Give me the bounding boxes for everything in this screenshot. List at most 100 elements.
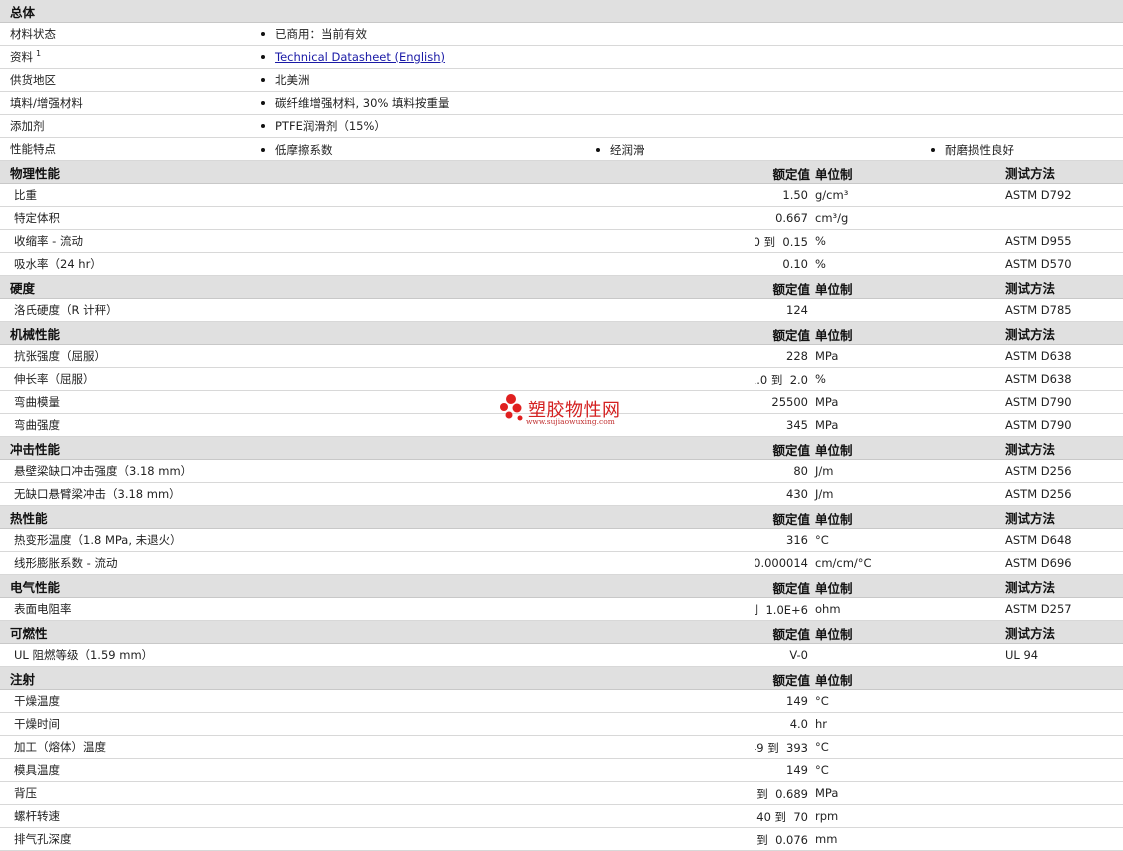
info-row: 添加剂 PTFE润滑剂（15%） [0,114,1123,138]
property-unit: °C [815,694,829,708]
feature-text: 经润滑 [610,143,645,157]
property-name: 干燥时间 [0,712,755,736]
property-unit: J/m [815,487,834,501]
section-header: 机械性能 额定值 单位制 测试方法 [0,321,1123,345]
test-method: UL 94 [1005,643,1123,667]
info-value: PTFE润滑剂（15%） [255,114,1123,138]
info-label-text: 材料状态 [10,27,56,41]
column-header-unit: 单位制 [815,328,853,343]
test-method: ASTM D257 [1005,597,1123,621]
property-value: 0.10 到 0.15 [755,235,808,249]
column-header-unit: 单位制 [815,512,853,527]
bullet-icon [931,147,935,152]
property-unit: °C [815,763,829,777]
property-value-unit: 149 °C [755,689,1005,713]
test-method [1005,735,1123,759]
column-header-value: 额定值 [772,673,810,688]
section-header: 物理性能 额定值 单位制 测试方法 [0,160,1123,184]
test-method: ASTM D648 [1005,528,1123,552]
column-header-value: 额定值 [772,167,810,182]
column-header-value-unit: 额定值 单位制 [755,666,1005,690]
feature-item: 经润滑 [596,142,645,158]
property-unit: mm [815,832,838,846]
info-label: 资料 1 [0,45,255,69]
property-row: 洛氏硬度（R 计秤） 124 ASTM D785 [0,298,1123,322]
property-value-unit: 149 °C [755,758,1005,782]
property-row: UL 阻燃等级（1.59 mm） V-0 UL 94 [0,643,1123,667]
test-method [1005,712,1123,736]
features-row: 性能特点 低摩擦系数 经润滑 耐磨损性良好 [0,137,1123,161]
column-header-value-unit: 额定值 单位制 [755,275,1005,299]
datasheet-link[interactable]: Technical Datasheet (English) [275,50,445,64]
property-value: 1.0 到 2.0 [755,373,808,387]
bullet-icon [261,147,265,152]
property-unit: MPa [815,349,839,363]
property-name: 无缺口悬臂梁冲击（3.18 mm） [0,482,755,506]
property-row: 收缩率 - 流动0.10 到 0.15%ASTM D955 [0,229,1123,253]
info-value: Technical Datasheet (English) [255,45,1123,69]
bullet-icon [261,123,265,128]
section-title: 物理性能 [0,160,755,184]
datasheet-table: 总体 材料状态 已商用：当前有效 资料 1 Technical Datasheet (En… [0,0,1123,851]
test-method: ASTM D256 [1005,482,1123,506]
test-method: ASTM D792 [1005,183,1123,207]
property-row: 加工（熔体）温度349 到 393 °C [0,735,1123,759]
test-method: ASTM D256 [1005,459,1123,483]
bullet-icon [261,31,265,36]
property-value-unit: 430 J/m [755,482,1005,506]
column-header-method: 测试方法 [1005,505,1123,529]
column-header-method [1005,666,1123,690]
info-label-text: 供货地区 [10,73,56,87]
property-value-unit: 0.10 到 0.15% [755,229,1005,253]
section-title: 机械性能 [0,321,755,345]
section-title: 可燃性 [0,620,755,644]
column-header-unit: 单位制 [815,167,853,182]
property-row: 干燥时间 4.0 hr [0,712,1123,736]
info-row: 材料状态 已商用：当前有效 [0,22,1123,46]
property-row: 表面电阻率1.0E+2 到 1.0E+6 ohm ASTM D257 [0,597,1123,621]
property-name: 特定体积 [0,206,755,230]
column-header-method-text: 测试方法 [1005,625,1056,641]
property-row: 吸水率（24 hr） 0.10% ASTM D570 [0,252,1123,276]
column-header-method: 测试方法 [1005,321,1123,345]
property-name: 收缩率 - 流动 [0,229,755,253]
info-label-text: 添加剂 [10,119,45,133]
property-unit: % [815,234,826,248]
features-list: 低摩擦系数 经润滑 耐磨损性良好 [255,137,1123,161]
column-header-unit: 单位制 [815,581,853,596]
property-value-unit: 349 到 393 °C [755,735,1005,759]
column-header-value: 额定值 [772,581,810,596]
feature-text: 耐磨损性良好 [945,143,1014,157]
property-value-unit: 80 J/m [755,459,1005,483]
property-value: 0.345 到 0.689 [756,787,808,801]
property-name: 悬壁梁缺口冲击强度（3.18 mm） [0,459,755,483]
property-value: 430 [786,487,808,501]
property-unit: J/m [815,464,834,478]
property-value-unit: 0.000014 cm/cm/°C [755,551,1005,575]
property-unit: cm/cm/°C [815,556,872,570]
section-title: 硬度 [0,275,755,299]
column-header-method: 测试方法 [1005,275,1123,299]
test-method: ASTM D638 [1005,367,1123,391]
info-label: 供货地区 [0,68,255,92]
info-value: 北美洲 [255,68,1123,92]
property-name: 背压 [0,781,755,805]
property-name: 干燥温度 [0,689,755,713]
property-value: 1.50 [782,188,808,202]
property-name: 螺杆转速 [0,804,755,828]
property-unit: MPa [815,418,839,432]
property-row: 特定体积 0.667 cm³/g [0,206,1123,230]
property-name: UL 阻燃等级（1.59 mm） [0,643,755,667]
property-value-unit: 1.0 到 2.0% [755,367,1005,391]
property-unit: ohm [815,602,841,616]
column-header-unit: 单位制 [815,673,853,688]
property-value-unit: 124 [755,298,1005,322]
property-row: 比重 1.50 g/cm³ ASTM D792 [0,183,1123,207]
test-method [1005,781,1123,805]
property-value-unit: 1.50 g/cm³ [755,183,1005,207]
section-header: 电气性能 额定值 单位制 测试方法 [0,574,1123,598]
info-row: 供货地区 北美洲 [0,68,1123,92]
property-name: 热变形温度（1.8 MPa, 未退火） [0,528,755,552]
property-row: 无缺口悬臂梁冲击（3.18 mm） 430 J/m ASTM D256 [0,482,1123,506]
test-method [1005,758,1123,782]
